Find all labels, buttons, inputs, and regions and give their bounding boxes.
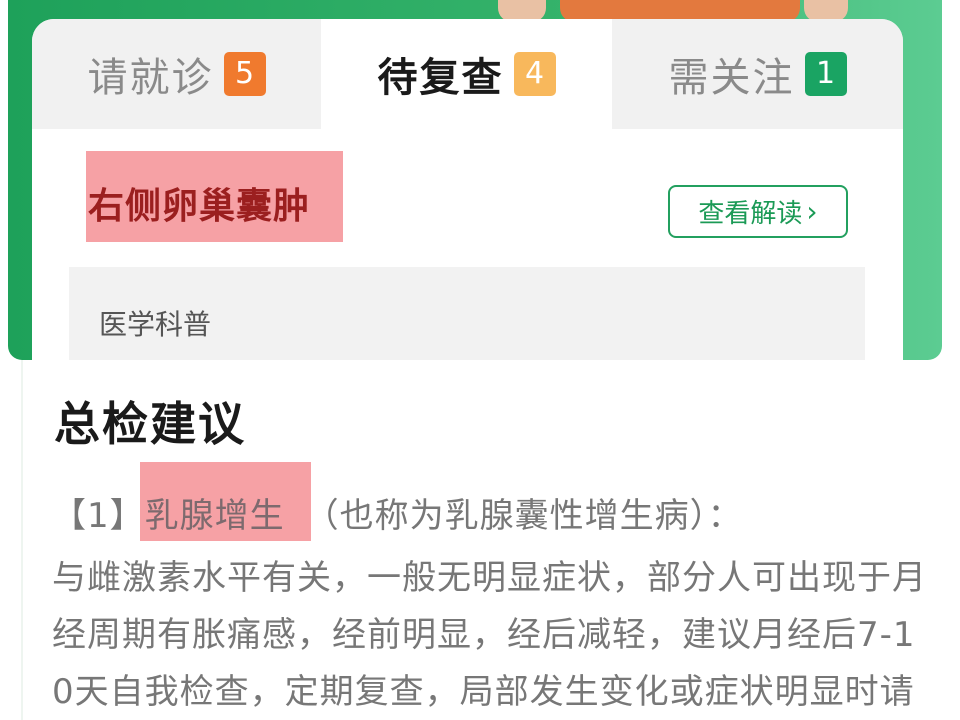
suggestion-text-line: 经周期有胀痛感，经前明显，经后减轻，建议月经后7-1 [52, 615, 916, 655]
item-alias: （也称为乳腺囊性增生病）： [304, 496, 743, 536]
medical-science-panel[interactable]: 医学科普 [69, 267, 865, 360]
results-card: 请就诊 5 待复查 4 需关注 1 右侧卵巢囊肿 查看解读 › 医学科普 [32, 19, 903, 360]
tab-label: 请就诊 [87, 55, 214, 101]
divider [21, 360, 23, 720]
chevron-right-icon: › [806, 194, 818, 228]
medical-science-label: 医学科普 [99, 308, 212, 341]
count-badge: 5 [223, 52, 266, 96]
tab-please-visit[interactable]: 请就诊 5 [32, 19, 321, 129]
category-tabs: 请就诊 5 待复查 4 需关注 1 [32, 19, 903, 129]
condition-title: 右侧卵巢囊肿 [88, 186, 311, 227]
suggestion-text-line: 与雌激素水平有关，一般无明显症状，部分人可出现于月 [52, 558, 927, 598]
view-interpretation-button[interactable]: 查看解读 › [668, 185, 848, 238]
suggestion-text-line: 0天自我检查，定期复查，局部发生变化或症状明显时请 [52, 672, 915, 712]
view-button-label: 查看解读 [698, 199, 803, 229]
suggestion-item-header: 【1】乳腺增生 （也称为乳腺囊性增生病）： [52, 488, 743, 537]
count-badge: 4 [513, 52, 556, 96]
item-index: 【1】 [52, 496, 145, 536]
tab-recheck[interactable]: 待复查 4 [321, 19, 612, 129]
count-badge: 1 [804, 52, 847, 96]
section-title: 总检建议 [54, 397, 246, 451]
item-keyword: 乳腺增生 [144, 496, 285, 536]
tab-label: 待复查 [377, 55, 504, 101]
tab-label: 需关注 [668, 55, 795, 101]
tab-attention[interactable]: 需关注 1 [612, 19, 903, 129]
